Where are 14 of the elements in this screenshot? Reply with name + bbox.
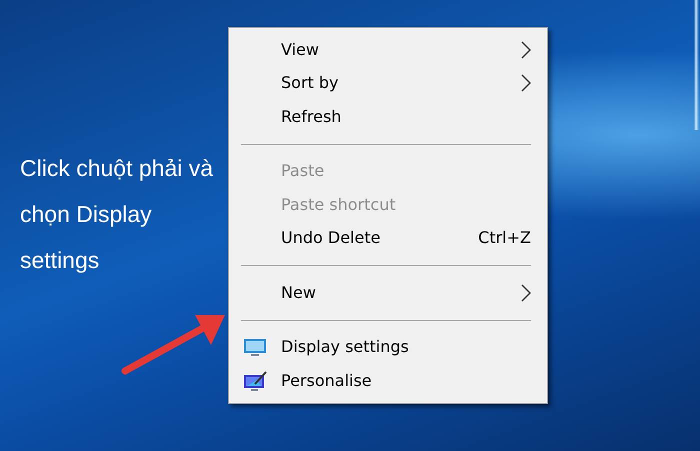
menu-item[interactable]: Sort by [231, 66, 545, 100]
menu-item[interactable]: View [231, 33, 545, 66]
menu-item[interactable]: Personalise [231, 364, 545, 398]
menu-item[interactable]: Undo Delete Ctrl+Z [231, 222, 545, 255]
menu-item[interactable]: Refresh [231, 100, 545, 134]
instruction-caption: Click chuột phải và chọn Display settings [20, 154, 214, 275]
paint-monitor-icon [243, 370, 267, 391]
monitor-icon [243, 337, 267, 358]
chevron-right-icon [521, 40, 531, 59]
chevron-right-icon [521, 74, 531, 92]
menu-item[interactable]: New [231, 276, 545, 310]
shortcut-key: Ctrl+Z [478, 226, 531, 250]
chevron-right-icon [521, 284, 531, 302]
menu-item[interactable]: Display settings [231, 330, 545, 364]
